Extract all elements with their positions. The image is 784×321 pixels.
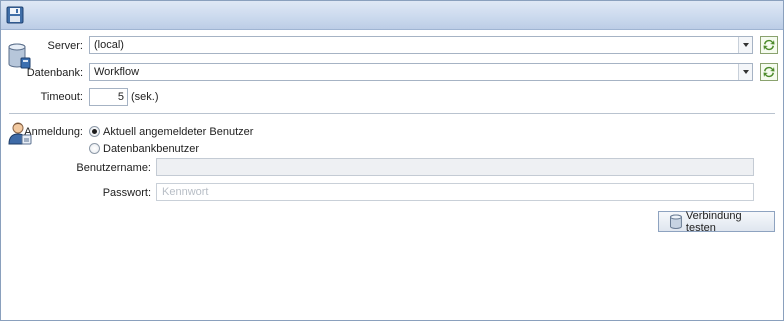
database-dropdown-arrow[interactable] [738,64,752,80]
timeout-input[interactable]: 5 [89,88,128,106]
radio-database-user[interactable] [89,143,100,154]
radio-database-user-label[interactable]: Datenbankbenutzer [103,142,199,156]
server-select[interactable]: (local) [89,36,753,54]
username-label: Benutzername: [76,162,151,174]
database-label: Datenbank: [26,67,83,79]
timeout-unit: (sek.) [131,91,159,103]
radio-current-user-label[interactable]: Aktuell angemeldeter Benutzer [103,125,253,139]
password-placeholder: Kennwort [162,186,209,198]
database-select[interactable]: Workflow [89,63,753,81]
save-button[interactable] [5,5,25,25]
login-label: Anmeldung: [24,126,83,138]
server-value: (local) [94,39,124,51]
password-field[interactable]: Kennwort [156,183,754,201]
section-divider [9,113,775,114]
refresh-icon [763,66,775,78]
test-connection-button[interactable]: Verbindung testen [658,209,775,234]
database-value: Workflow [94,66,140,78]
test-connection-label: Verbindung testen [685,209,742,234]
timeout-value: 5 [117,91,124,103]
username-field[interactable] [156,158,754,176]
server-label: Server: [47,40,83,52]
server-refresh-button[interactable] [760,36,778,54]
server-dropdown-arrow[interactable] [738,37,752,53]
radio-current-user[interactable] [89,126,100,137]
refresh-icon [763,39,775,51]
password-label: Passwort: [102,187,151,199]
timeout-label: Timeout: [40,91,83,103]
database-icon [669,214,682,229]
floppy-disk-icon [6,6,24,24]
toolbar [1,1,783,30]
connection-settings-window: Server: (local) Datenbank: Workflow Time… [0,0,784,321]
database-refresh-button[interactable] [760,63,778,81]
